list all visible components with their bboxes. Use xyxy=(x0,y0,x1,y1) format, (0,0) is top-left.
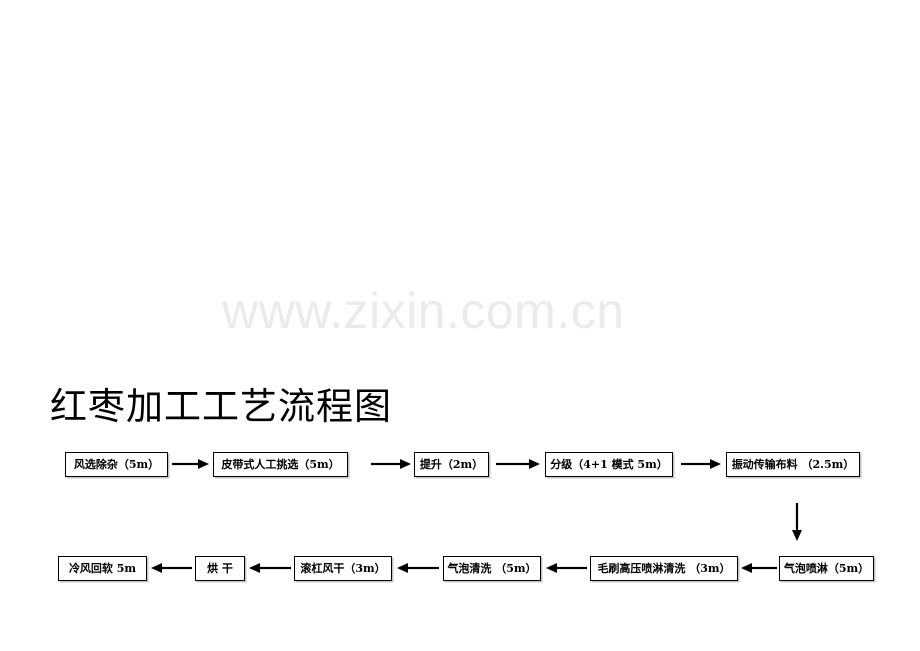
flow-arrow-left xyxy=(249,561,291,575)
flow-node-n10: 烘 干 xyxy=(195,556,245,581)
flow-node-n11: 冷风回软 5m xyxy=(58,556,147,581)
flow-node-n7: 毛刷高压喷淋清洗 （3m） xyxy=(590,556,738,581)
flow-arrow-right xyxy=(371,457,411,471)
flow-arrow-right xyxy=(681,457,721,471)
flow-node-n8: 气泡清洗 （5m） xyxy=(443,556,541,581)
flow-node-n4: 分级（4+1 模式 5m） xyxy=(545,452,673,477)
flow-node-label: 振动传输布料 （2.5m） xyxy=(731,458,855,471)
flow-node-label: 冷风回软 5m xyxy=(68,562,137,575)
flow-node-label: 烘 干 xyxy=(207,562,233,575)
flow-node-label: 风选除杂（5m） xyxy=(73,458,160,471)
flow-arrow-down xyxy=(790,503,804,541)
flow-node-label: 分级（4+1 模式 5m） xyxy=(550,458,668,471)
flow-arrow-left xyxy=(397,561,439,575)
flow-node-n3: 提升（2m） xyxy=(414,452,489,477)
flow-node-n2: 皮带式人工挑选（5m） xyxy=(213,452,348,477)
flow-node-n6: 气泡喷淋（5m） xyxy=(779,556,874,581)
flow-arrow-right xyxy=(496,457,540,471)
flow-node-label: 气泡喷淋（5m） xyxy=(783,562,870,575)
flow-node-label: 提升（2m） xyxy=(419,458,484,471)
flow-node-label: 气泡清洗 （5m） xyxy=(447,562,537,575)
flow-node-label: 皮带式人工挑选（5m） xyxy=(221,458,340,471)
flow-node-label: 滚杠风干（3m） xyxy=(300,562,386,575)
flow-arrow-left xyxy=(741,561,777,575)
flow-arrow-right xyxy=(172,457,209,471)
flow-node-label: 毛刷高压喷淋清洗 （3m） xyxy=(597,562,731,575)
flow-arrow-left xyxy=(151,561,192,575)
flow-node-n9: 滚杠风干（3m） xyxy=(294,556,392,581)
process-flowchart: 风选除杂（5m） 皮带式人工挑选（5m） 提升（2m） 分级（4+1 模式 5m） 振动… xyxy=(0,0,920,651)
flow-arrow-left xyxy=(546,561,587,575)
flow-node-n1: 风选除杂（5m） xyxy=(65,452,168,477)
flow-node-n5: 振动传输布料 （2.5m） xyxy=(726,452,860,477)
